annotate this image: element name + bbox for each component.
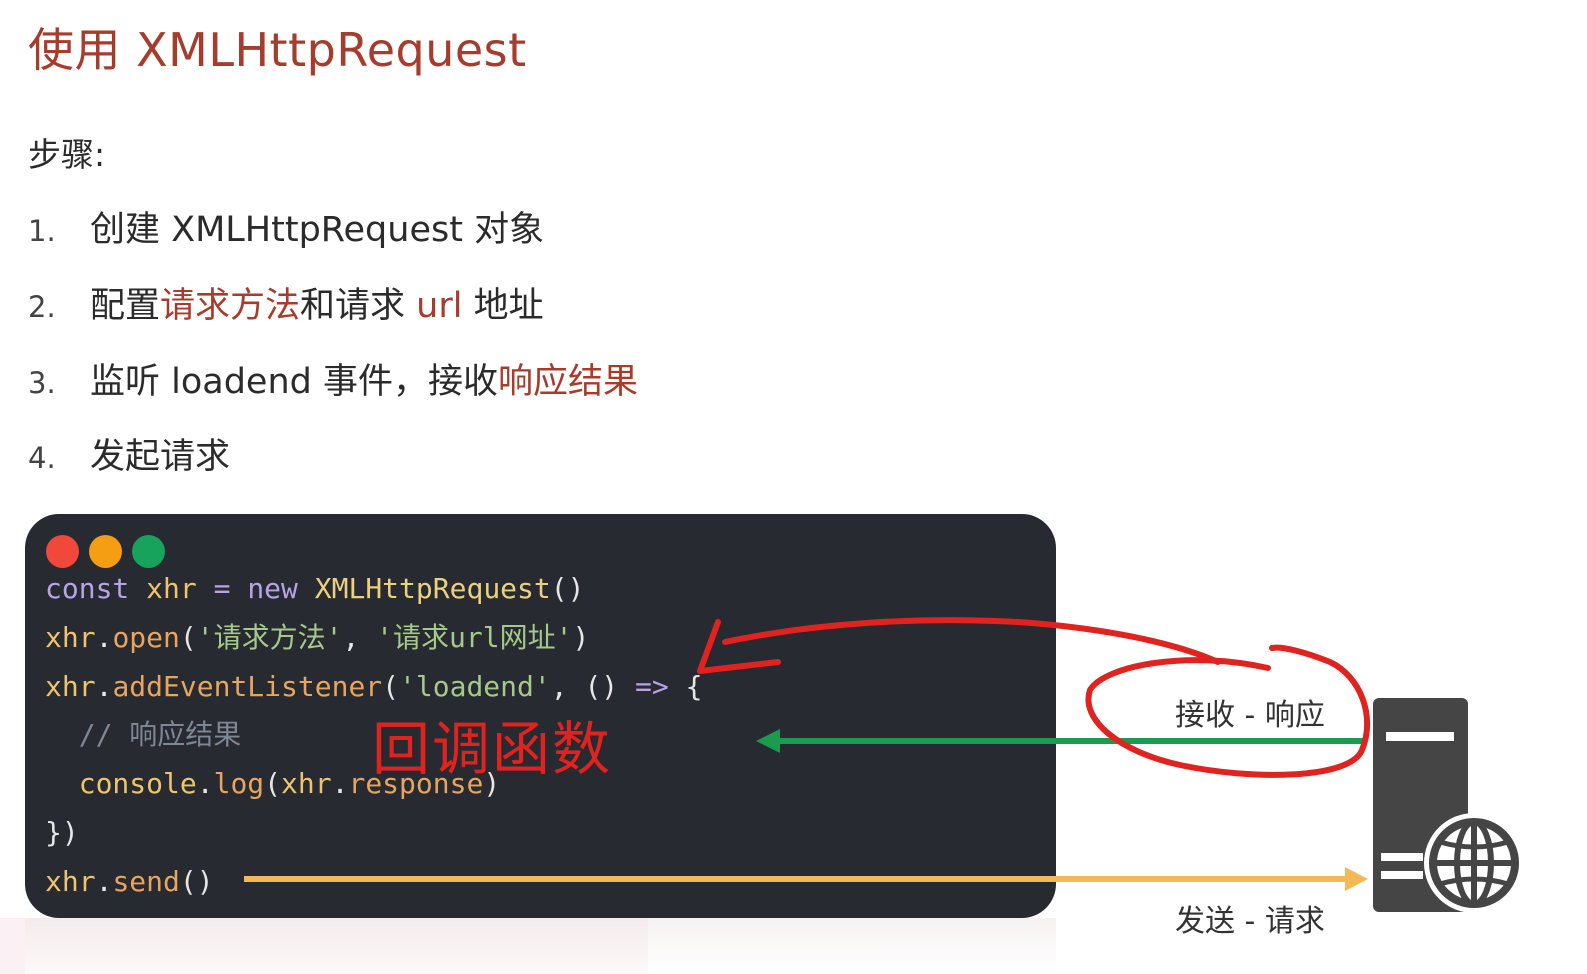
code-line: // 响应结果 [78,718,242,752]
code-window-reflection [25,918,1056,974]
steps-label: 步骤: [28,135,106,174]
receive-response-label: 接收 - 响应 [1175,698,1325,733]
step-text: 配置 [90,286,161,326]
window-minimize-dot-icon [89,535,122,568]
step-item-4: 4. 发起请求 [28,428,230,479]
code-line: xhr.send() [45,864,214,898]
code-line: const xhr = new XMLHttpRequest() [45,572,585,605]
window-close-dot-icon [46,535,79,568]
step-item-2: 2. 配置请求方法和请求 url 地址 [28,277,544,328]
step-text: 地址 [462,286,544,326]
step-item-1: 1. 创建 XMLHttpRequest 对象 [28,201,544,252]
step-text: 和请求 [300,286,417,326]
page-title: 使用 XMLHttpRequest [28,23,527,77]
step-number: 2. [28,290,56,324]
window-maximize-dot-icon [132,535,165,568]
code-line: }) [45,815,79,849]
send-request-label: 发送 - 请求 [1175,904,1325,939]
step-item-3: 3. 监听 loadend 事件，接收响应结果 [28,353,638,404]
server-icon [1373,698,1468,912]
step-highlight-response: 响应结果 [498,362,639,402]
step-highlight-url: url [416,286,463,326]
step-number: 3. [28,366,56,400]
code-line: xhr.open('请求方法', '请求url网址') [45,620,590,654]
step-text: 监听 loadend 事件，接收 [90,362,498,402]
step-text: 发起请求 [90,437,231,477]
globe-icon [1424,813,1524,913]
code-line: xhr.addEventListener('loadend', () => { [45,669,703,703]
callback-annotation: 回调函数 [372,715,613,783]
step-number: 4. [28,441,56,475]
step-number: 1. [28,214,56,248]
step-text: 创建 XMLHttpRequest 对象 [90,210,545,250]
step-highlight-request-method: 请求方法 [160,286,301,326]
